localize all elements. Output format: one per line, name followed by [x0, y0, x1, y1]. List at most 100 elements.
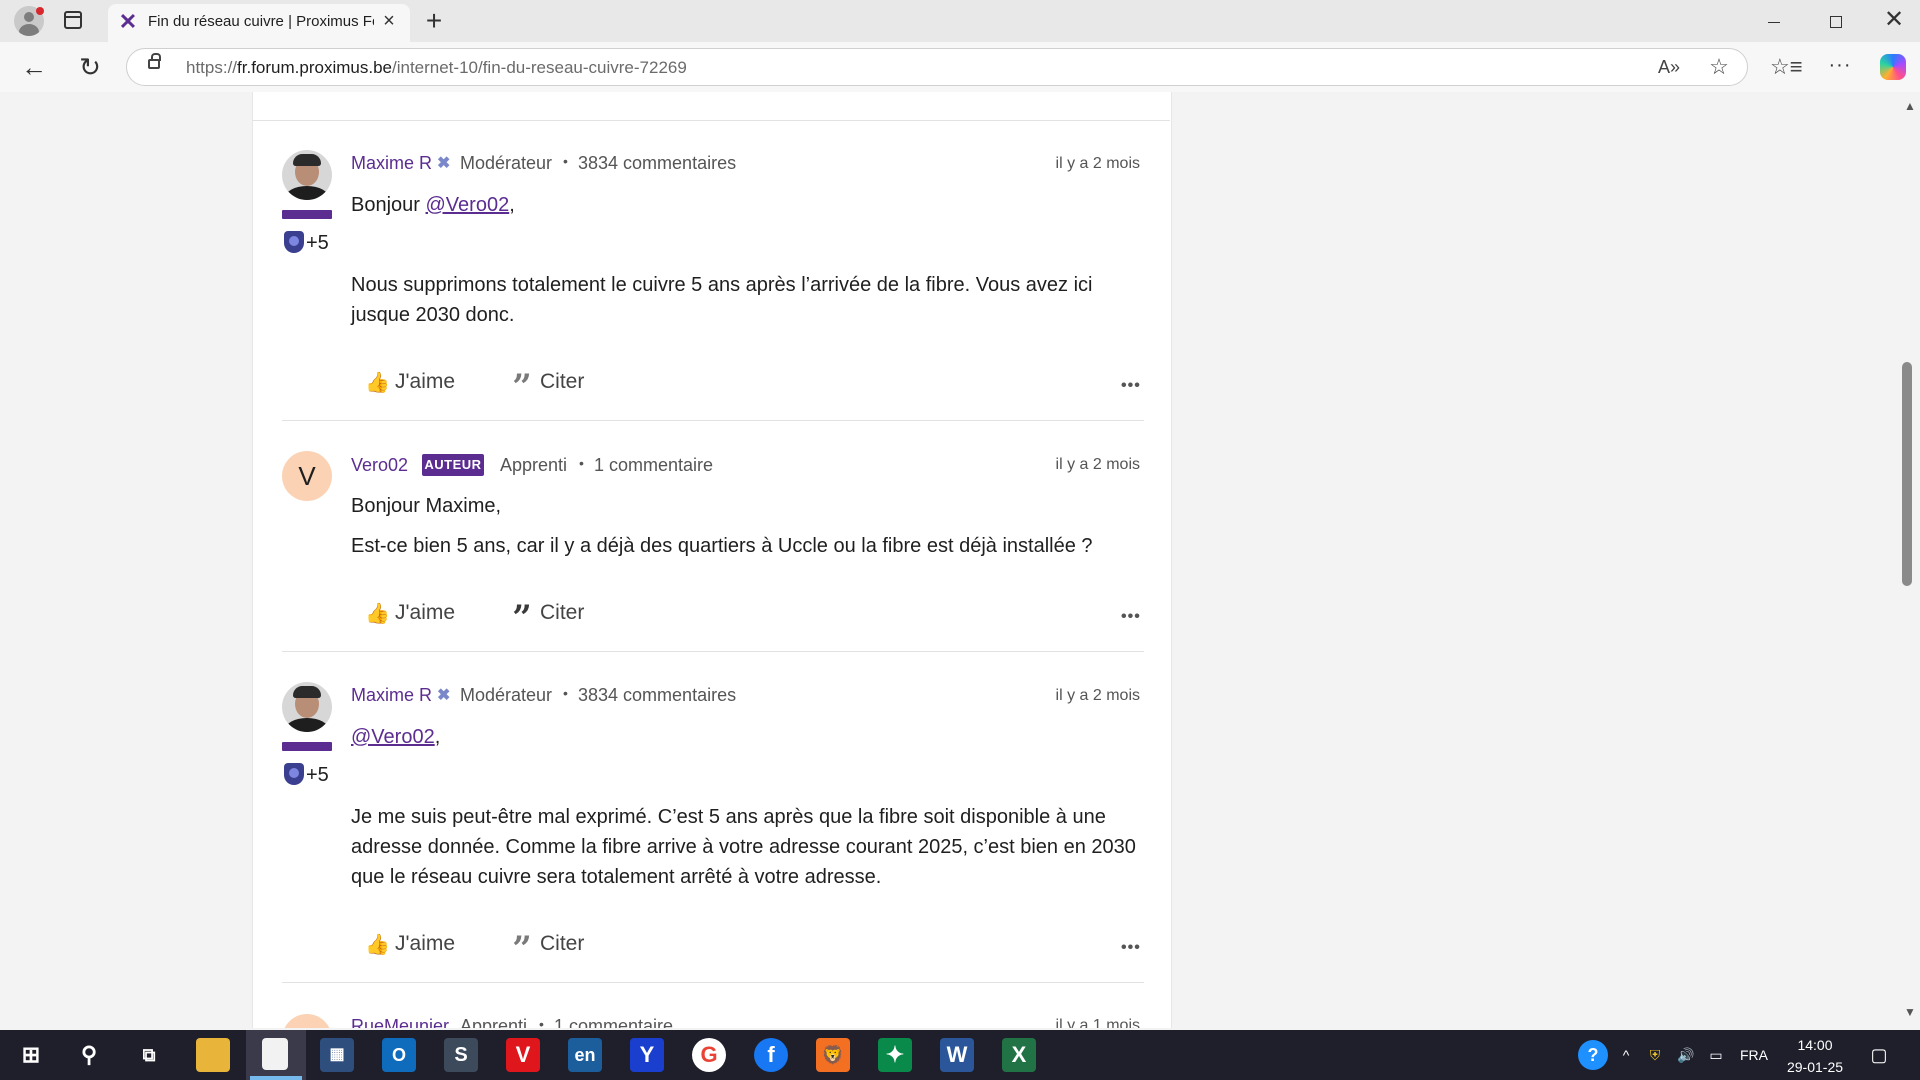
post-time[interactable]: il y a 2 mois: [1000, 684, 1140, 708]
back-arrow-icon[interactable]: ←: [18, 52, 50, 82]
excel-icon[interactable]: X: [1002, 1038, 1036, 1072]
y-app-icon[interactable]: Y: [630, 1038, 664, 1072]
notification-dot: [36, 7, 44, 15]
maximize-icon[interactable]: [1822, 8, 1850, 36]
post-greeting: @Vero02,: [351, 726, 441, 748]
input-language[interactable]: FRA: [1734, 1046, 1774, 1064]
proximus-favicon-icon: ✕: [118, 9, 138, 34]
quote-button[interactable]: Citer: [540, 930, 584, 958]
facebook-icon[interactable]: f: [754, 1038, 788, 1072]
author-link[interactable]: RueMeunier: [351, 1014, 449, 1028]
tab-title: Fin du réseau cuivre | Proximus Fo: [148, 13, 374, 30]
post-time[interactable]: il y a 2 mois: [1000, 152, 1140, 176]
tab-actions-icon[interactable]: [64, 11, 82, 29]
quote-button[interactable]: Citer: [540, 368, 584, 396]
s-app-icon[interactable]: S: [444, 1038, 478, 1072]
post-body: Est-ce bien 5 ans, car il y a déjà des q…: [351, 535, 1093, 557]
mention-link[interactable]: @Vero02: [351, 726, 435, 748]
more-actions-icon[interactable]: •••: [1121, 609, 1141, 625]
avatar[interactable]: [282, 1014, 332, 1028]
ing-app-icon[interactable]: 🦁: [816, 1038, 850, 1072]
separator-dot: •: [539, 1016, 544, 1028]
quote-icon[interactable]: ”: [510, 368, 534, 406]
notepad-icon[interactable]: [262, 1038, 288, 1070]
thumbs-up-icon[interactable]: 👍: [365, 373, 390, 393]
like-button[interactable]: J'aime: [395, 368, 455, 396]
like-button[interactable]: J'aime: [395, 930, 455, 958]
lock-icon[interactable]: [148, 53, 161, 69]
user-role: Apprenti: [460, 1016, 528, 1028]
clock-date[interactable]: 29-01-25: [1780, 1058, 1850, 1076]
author-link[interactable]: Maxime R: [351, 683, 432, 707]
active-app-indicator: [250, 1076, 302, 1080]
close-window-icon[interactable]: ✕: [1880, 6, 1908, 34]
more-options-icon[interactable]: ···: [1826, 52, 1854, 78]
quote-button[interactable]: Citer: [540, 599, 584, 627]
post-body: Bonjour Maxime,: [351, 495, 502, 517]
author-link[interactable]: Vero02: [351, 453, 408, 477]
search-icon[interactable]: ⚲: [72, 1038, 106, 1072]
outlook-icon[interactable]: O: [382, 1038, 416, 1072]
copilot-icon[interactable]: [1880, 54, 1906, 80]
new-tab-icon[interactable]: +: [420, 7, 448, 36]
windows-start-icon[interactable]: ⊞: [14, 1038, 48, 1072]
avatar[interactable]: [282, 150, 332, 200]
separator-dot: •: [563, 685, 568, 701]
en-app-icon[interactable]: en: [568, 1038, 602, 1072]
clock-time[interactable]: 14:00: [1780, 1036, 1850, 1054]
avatar[interactable]: V: [282, 451, 332, 501]
read-aloud-icon[interactable]: A»: [1656, 56, 1682, 78]
separator-dot: •: [579, 455, 584, 471]
tab-close-icon[interactable]: ×: [378, 10, 400, 32]
more-actions-icon[interactable]: •••: [1121, 940, 1141, 956]
comment-count: 1 commentaire: [554, 1016, 674, 1028]
favorite-star-icon[interactable]: ☆: [1706, 54, 1732, 80]
comment-count: 3834 commentaires: [578, 685, 737, 705]
post-body: Je me suis peut-être mal exprimé. C’est …: [351, 806, 1136, 888]
shield-icon: [284, 231, 304, 253]
like-button[interactable]: J'aime: [395, 599, 455, 627]
v-app-icon[interactable]: V: [506, 1038, 540, 1072]
minimize-icon[interactable]: [1760, 8, 1788, 36]
user-role: Modérateur: [460, 153, 553, 173]
reload-icon[interactable]: ↻: [74, 52, 106, 82]
task-view-icon[interactable]: ⧉: [132, 1038, 166, 1072]
tray-chevron-icon[interactable]: ^: [1616, 1046, 1636, 1064]
rank-bar: [282, 742, 332, 751]
security-tray-icon[interactable]: ⛨: [1644, 1046, 1666, 1064]
mention-link[interactable]: @Vero02: [426, 194, 510, 216]
notifications-icon[interactable]: ▢: [1866, 1046, 1892, 1064]
word-icon[interactable]: W: [940, 1038, 974, 1072]
scrollbar-thumb[interactable]: [1902, 362, 1912, 586]
scroll-up-icon[interactable]: ▲: [1900, 98, 1920, 114]
rank-bar: [282, 210, 332, 219]
post-header-partial: RueMeunier Apprenti • 1 commentaire il y…: [252, 1006, 1170, 1028]
user-role: Modérateur: [460, 685, 553, 705]
bnp-app-icon[interactable]: ✦: [878, 1038, 912, 1072]
post-time[interactable]: il y a 1 mois: [1000, 1014, 1140, 1028]
more-actions-icon[interactable]: •••: [1121, 378, 1141, 394]
network-icon[interactable]: ▭: [1704, 1046, 1728, 1064]
quote-icon[interactable]: ”: [510, 599, 534, 637]
author-link[interactable]: Maxime R: [351, 151, 432, 175]
calculator-icon[interactable]: ▦: [320, 1038, 354, 1072]
scroll-down-icon[interactable]: ▼: [1900, 1004, 1920, 1020]
thumbs-up-icon[interactable]: 👍: [365, 935, 390, 955]
thumbs-up-icon[interactable]: 👍: [365, 604, 390, 624]
quote-icon[interactable]: ”: [510, 930, 534, 968]
divider: [252, 120, 1170, 121]
badge-count[interactable]: +5: [306, 763, 329, 787]
file-explorer-icon[interactable]: [196, 1038, 230, 1072]
post-divider: [282, 651, 1144, 652]
user-role: Apprenti: [500, 455, 568, 475]
volume-icon[interactable]: 🔊: [1674, 1046, 1698, 1064]
badge-count[interactable]: +5: [306, 231, 329, 255]
url-text[interactable]: https://fr.forum.proximus.be/internet-10…: [186, 57, 1586, 79]
avatar[interactable]: [282, 682, 332, 732]
comment-count: 1 commentaire: [594, 455, 714, 475]
help-icon[interactable]: ?: [1578, 1040, 1608, 1070]
author-badge: AUTEUR: [422, 454, 484, 476]
favorites-list-icon[interactable]: ☆≡: [1770, 54, 1803, 80]
post-time[interactable]: il y a 2 mois: [1000, 453, 1140, 477]
google-icon[interactable]: G: [692, 1038, 726, 1072]
